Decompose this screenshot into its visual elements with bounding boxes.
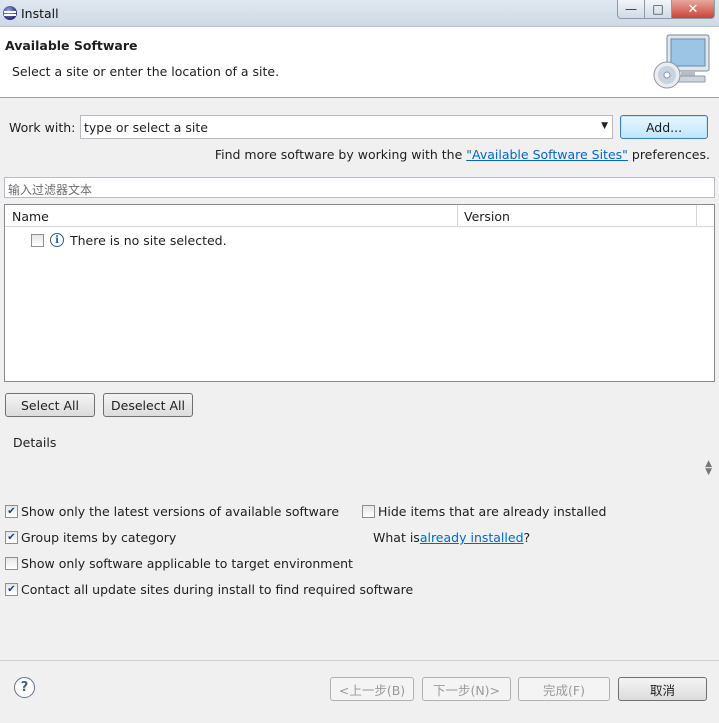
column-name[interactable]: Name [5, 205, 457, 227]
install-dialog: Install — □ ✕ Available Software Select … [0, 0, 719, 723]
group-category-checkbox[interactable] [5, 531, 18, 544]
maximize-button[interactable]: □ [644, 0, 672, 19]
group-category-label: Group items by category [21, 530, 177, 545]
next-button[interactable]: 下一步(N)> [422, 677, 511, 701]
latest-versions-label: Show only the latest versions of availab… [21, 504, 340, 519]
column-version[interactable]: Version [457, 205, 696, 227]
filter-placeholder: 输入过滤器文本 [8, 183, 93, 197]
work-with-label: Work with: [9, 120, 76, 135]
hide-installed-checkbox[interactable] [362, 505, 375, 518]
find-more-text: Find more software by working with the "… [214, 147, 710, 162]
contact-sites-checkbox[interactable] [5, 583, 18, 596]
target-env-checkbox[interactable] [5, 557, 18, 570]
help-icon[interactable]: ? [14, 677, 35, 698]
wizard-header: Available Software Select a site or ente… [0, 27, 719, 98]
minimize-button[interactable]: — [617, 0, 645, 19]
finish-button[interactable]: 完成(F) [518, 677, 610, 701]
window-title: Install [21, 6, 59, 21]
contact-sites-label: Contact all update sites during install … [21, 582, 414, 597]
details-scroll-arrows[interactable]: ▲ ▼ [705, 460, 712, 477]
group-category-option[interactable]: Group items by category [5, 530, 176, 545]
close-button[interactable]: ✕ [671, 0, 715, 19]
work-with-combo[interactable]: type or select a site ▼ [80, 115, 613, 139]
tree-row[interactable]: i There is no site selected. [31, 231, 227, 249]
eclipse-icon [3, 6, 17, 20]
row-label: There is no site selected. [70, 232, 227, 248]
select-all-button[interactable]: Select All [5, 393, 95, 417]
add-site-button[interactable]: Add... [620, 115, 708, 139]
hide-installed-option[interactable]: Hide items that are already installed [362, 504, 606, 519]
work-with-value: type or select a site [84, 120, 208, 135]
title-bar[interactable]: Install — □ ✕ [0, 0, 719, 27]
already-installed-link[interactable]: already installed [420, 530, 524, 545]
footer-divider [0, 660, 719, 661]
contact-sites-option[interactable]: Contact all update sites during install … [5, 582, 413, 597]
details-label: Details [13, 435, 57, 450]
cancel-button[interactable]: 取消 [618, 677, 707, 701]
window-controls: — □ ✕ [617, 0, 715, 19]
available-software-sites-link[interactable]: "Available Software Sites" [466, 147, 628, 162]
info-icon: i [50, 233, 64, 247]
hide-installed-label: Hide items that are already installed [378, 504, 607, 519]
software-tree[interactable]: Name Version i There is no site selected… [4, 204, 715, 382]
deselect-all-button[interactable]: Deselect All [103, 393, 193, 417]
column-divider[interactable] [696, 205, 697, 227]
filter-input[interactable]: 输入过滤器文本 [4, 177, 715, 198]
what-is-installed-text: What is already installed? [373, 530, 531, 545]
latest-versions-option[interactable]: Show only the latest versions of availab… [5, 504, 339, 519]
latest-versions-checkbox[interactable] [5, 505, 18, 518]
page-title: Available Software [5, 38, 138, 53]
details-text-area[interactable]: ▲ ▼ [6, 452, 715, 490]
target-env-option[interactable]: Show only software applicable to target … [5, 556, 353, 571]
row-checkbox[interactable] [31, 233, 44, 247]
install-computer-icon [653, 34, 710, 89]
page-description: Select a site or enter the location of a… [12, 64, 280, 79]
tree-header: Name Version [5, 205, 714, 227]
back-button[interactable]: <上一步(B) [330, 677, 414, 701]
chevron-down-icon[interactable]: ▼ [601, 121, 608, 131]
target-env-label: Show only software applicable to target … [21, 556, 353, 571]
